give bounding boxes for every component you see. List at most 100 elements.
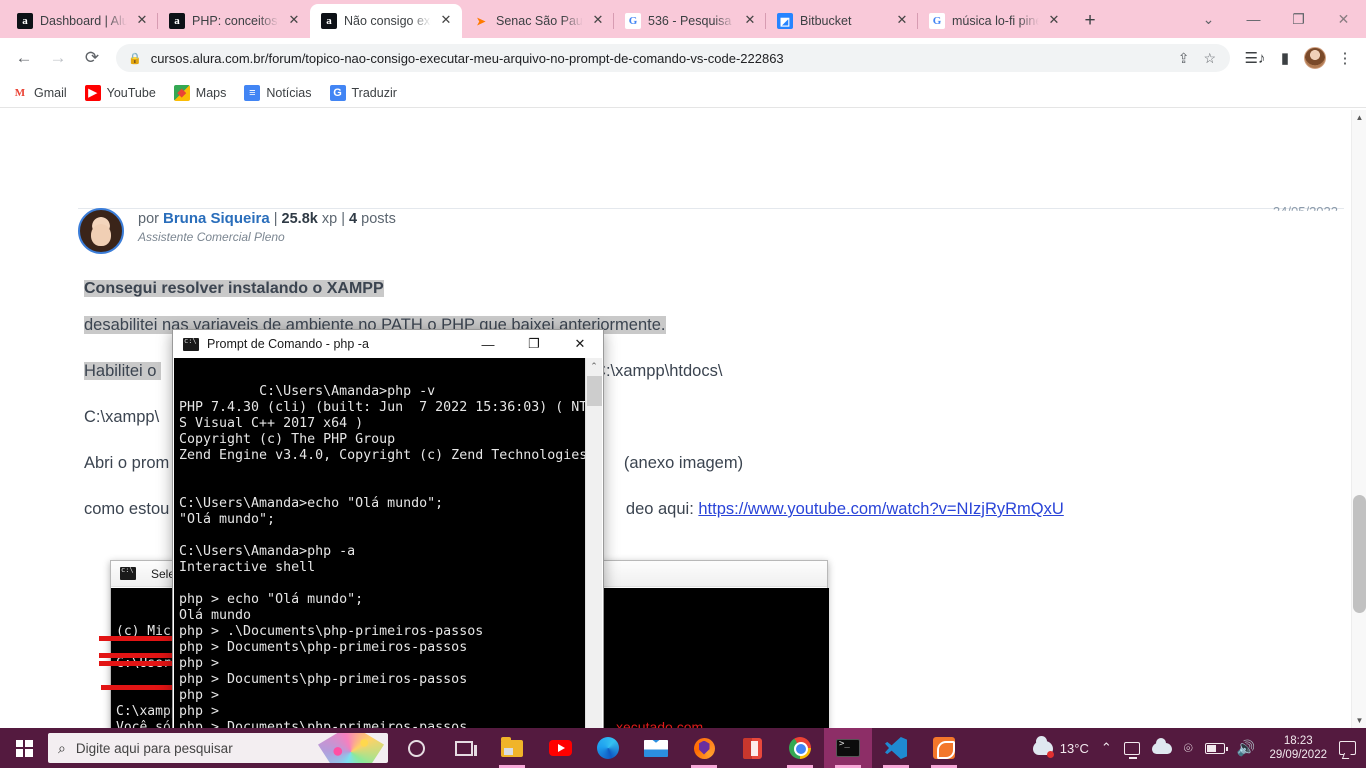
side-panel-icon[interactable]: ▮	[1272, 45, 1298, 71]
show-hidden-icons-chevron-up-icon[interactable]: ⌃	[1101, 740, 1112, 756]
taskbar-youtube[interactable]	[536, 728, 584, 768]
browser-tab-3[interactable]: ➤ Senac São Paulo ✕	[462, 4, 614, 38]
browser-tab-2-active[interactable]: a Não consigo exec ✕	[310, 4, 462, 38]
post-line-6-right: deo aqui:	[625, 500, 699, 518]
scroll-up-icon[interactable]: ⌃	[586, 358, 602, 375]
alura-icon: a	[321, 13, 337, 29]
new-tab-button[interactable]: +	[1076, 7, 1104, 35]
browser-tab-0[interactable]: a Dashboard | Alura ✕	[6, 4, 158, 38]
weather-widget[interactable]: 13°C	[1032, 736, 1089, 758]
page-scroll-down-icon[interactable]: ▼	[1352, 713, 1366, 728]
chrome-browser-window: a Dashboard | Alura ✕ a PHP: conceitos, …	[0, 0, 1366, 728]
close-window-button[interactable]: ✕	[1321, 0, 1366, 38]
task-view-button[interactable]	[440, 728, 488, 768]
cortana-button[interactable]	[392, 728, 440, 768]
taskbar-edge[interactable]	[584, 728, 632, 768]
post-author: por Bruna Siqueira | 25.8k xp | 4 posts …	[78, 208, 396, 254]
weather-temperature: 13°C	[1059, 740, 1089, 756]
bookmark-noticias[interactable]: ≡ Notícias	[244, 84, 312, 101]
bookmark-maps[interactable]: ◆ Maps	[173, 84, 226, 101]
taskbar-avast[interactable]	[680, 728, 728, 768]
avast-icon	[693, 737, 715, 759]
chrome-icon	[789, 737, 811, 759]
tab-divider	[917, 13, 918, 29]
back-button[interactable]: ←	[8, 42, 40, 74]
author-name[interactable]: Bruna Siqueira	[163, 210, 270, 227]
close-tab-icon[interactable]: ✕	[742, 13, 758, 29]
page-scroll-up-icon[interactable]: ▲	[1352, 110, 1366, 125]
bookmark-youtube[interactable]: ▶ YouTube	[84, 84, 156, 101]
chrome-menu-icon[interactable]: ⋮	[1332, 45, 1358, 71]
close-tab-icon[interactable]: ✕	[1046, 13, 1062, 29]
volume-icon[interactable]: 🔊	[1237, 739, 1256, 757]
post-line-1: Consegui resolver instalando o XAMPP	[84, 278, 1326, 300]
author-role: Assistente Comercial Pleno	[138, 230, 285, 244]
avatar[interactable]	[1302, 45, 1328, 71]
browser-tab-6[interactable]: G música lo-fi pine ✕	[917, 4, 1070, 38]
youtube-icon	[548, 740, 572, 756]
tab-search-icon[interactable]: ⌄	[1186, 0, 1231, 38]
bookmark-traduzir[interactable]: G Traduzir	[329, 84, 397, 101]
taskbar-xampp[interactable]	[920, 728, 968, 768]
cloud-icon	[1032, 736, 1054, 758]
forward-button[interactable]: →	[42, 42, 74, 74]
taskbar-chrome[interactable]	[776, 728, 824, 768]
reload-button[interactable]: ⟳	[76, 42, 108, 74]
command-prompt-window-front[interactable]: Prompt de Comando - php -a — ❐ ✕ C:\User…	[172, 329, 604, 728]
browser-tab-5[interactable]: ◩ Bitbucket ✕	[765, 4, 918, 38]
cmd-front-titlebar[interactable]: Prompt de Comando - php -a — ❐ ✕	[173, 330, 603, 358]
notification-glyph-icon	[1339, 741, 1356, 755]
page-scrollbar[interactable]: ▲ ▼	[1351, 110, 1366, 728]
battery-icon[interactable]	[1204, 742, 1228, 754]
bookmark-star-icon[interactable]: ☆	[1203, 50, 1216, 67]
browser-tab-1[interactable]: a PHP: conceitos, li ✕	[157, 4, 310, 38]
author-posts-label: posts	[361, 211, 396, 227]
browser-tab-4[interactable]: G 536 - Pesquisa G ✕	[613, 4, 766, 38]
close-tab-icon[interactable]: ✕	[286, 13, 302, 29]
onedrive-icon[interactable]	[1151, 737, 1172, 754]
bookmark-gmail[interactable]: M Gmail	[12, 85, 67, 101]
cmd-front-scrollbar[interactable]: ⌃ ⌄	[585, 358, 602, 728]
cmd-front-window-buttons: — ❐ ✕	[465, 330, 603, 358]
taskbar-command-prompt[interactable]	[824, 728, 872, 768]
forum-page-content: 24/05/2022 por Bruna Siqueira | 25.8k xp…	[0, 108, 1366, 728]
network-icon[interactable]	[1123, 741, 1140, 759]
share-icon[interactable]: ⇪	[1178, 50, 1190, 67]
page-scrollbar-thumb[interactable]	[1353, 495, 1366, 613]
clock[interactable]: 18:23 29/09/2022	[1267, 734, 1327, 762]
search-icon: ⌕	[58, 739, 66, 756]
close-tab-icon[interactable]: ✕	[438, 13, 454, 29]
office-icon	[742, 737, 762, 759]
post-line-3-left: Habilitei o	[84, 362, 162, 380]
camera-icon[interactable]: ⌾	[1184, 740, 1193, 757]
taskbar-office[interactable]	[728, 728, 776, 768]
start-button[interactable]	[0, 728, 48, 768]
search-input[interactable]: ⌕ Digite aqui para pesquisar	[48, 733, 388, 763]
reading-list-icon[interactable]: ☰♪	[1242, 45, 1268, 71]
close-tab-icon[interactable]: ✕	[134, 13, 150, 29]
taskbar-mail[interactable]	[632, 728, 680, 768]
author-xp-label: xp	[321, 211, 338, 227]
doodle-icon[interactable]	[318, 733, 384, 763]
author-xp-value: 25.8k	[281, 211, 318, 227]
maximize-button[interactable]: ❐	[1276, 0, 1321, 38]
network-glyph-icon	[1123, 741, 1140, 759]
scrollbar-thumb[interactable]	[587, 376, 602, 406]
xampp-icon	[933, 737, 955, 759]
notifications-icon[interactable]	[1339, 741, 1356, 755]
close-tab-icon[interactable]: ✕	[590, 13, 606, 29]
clock-date: 29/09/2022	[1269, 749, 1327, 761]
close-button[interactable]: ✕	[557, 330, 603, 358]
google-icon: G	[625, 13, 641, 29]
maximize-button[interactable]: ❐	[511, 330, 557, 358]
minimize-button[interactable]: —	[465, 330, 511, 358]
taskbar-file-explorer[interactable]	[488, 728, 536, 768]
taskbar-vscode[interactable]	[872, 728, 920, 768]
minimize-button[interactable]: —	[1231, 0, 1276, 38]
close-tab-icon[interactable]: ✕	[894, 13, 910, 29]
cmd-front-console[interactable]: C:\Users\Amanda>php -v PHP 7.4.30 (cli) …	[174, 358, 588, 728]
separator: |	[341, 211, 346, 227]
youtube-link[interactable]: https://www.youtube.com/watch?v=NIzjRyRm…	[698, 500, 1063, 518]
alura-icon: a	[17, 13, 33, 29]
address-bar[interactable]: 🔒 cursos.alura.com.br/forum/topico-nao-c…	[116, 44, 1230, 72]
